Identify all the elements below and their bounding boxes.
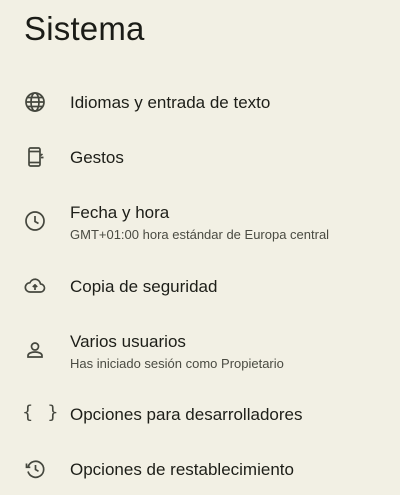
settings-item-developer-title: Opciones para desarrolladores [70, 405, 303, 424]
settings-item-users-subtitle: Has iniciado sesión como Propietario [70, 356, 284, 371]
settings-item-languages-title: Idiomas y entrada de texto [70, 93, 271, 112]
settings-item-datetime-subtitle: GMT+01:00 hora estándar de Europa centra… [70, 227, 330, 242]
settings-item-users-title: Varios usuarios [70, 332, 186, 351]
settings-item-developer[interactable]: { } Opciones para desarrolladores [0, 390, 400, 440]
settings-list: Idiomas y entrada de texto Gestos Fecha … [0, 0, 400, 495]
settings-item-users[interactable]: Varios usuarios Has iniciado sesión como… [0, 326, 400, 376]
gestures-phone-icon [23, 145, 47, 169]
settings-item-datetime-title: Fecha y hora [70, 203, 170, 222]
settings-item-reset-title: Opciones de restablecimiento [70, 460, 294, 479]
cloud-upload-icon [23, 274, 47, 298]
settings-item-gestures-title: Gestos [70, 148, 124, 167]
globe-icon [23, 90, 47, 114]
clock-icon [23, 209, 47, 233]
history-icon [23, 457, 47, 481]
settings-item-backup[interactable]: Copia de seguridad [0, 261, 400, 311]
settings-item-reset[interactable]: Opciones de restablecimiento [0, 444, 400, 494]
code-braces-icon: { } [22, 402, 63, 423]
settings-item-backup-title: Copia de seguridad [70, 277, 218, 296]
settings-item-gestures[interactable]: Gestos [0, 132, 400, 182]
settings-item-datetime[interactable]: Fecha y hora GMT+01:00 hora estándar de … [0, 197, 400, 247]
settings-item-languages[interactable]: Idiomas y entrada de texto [0, 77, 400, 127]
person-icon [23, 338, 47, 362]
